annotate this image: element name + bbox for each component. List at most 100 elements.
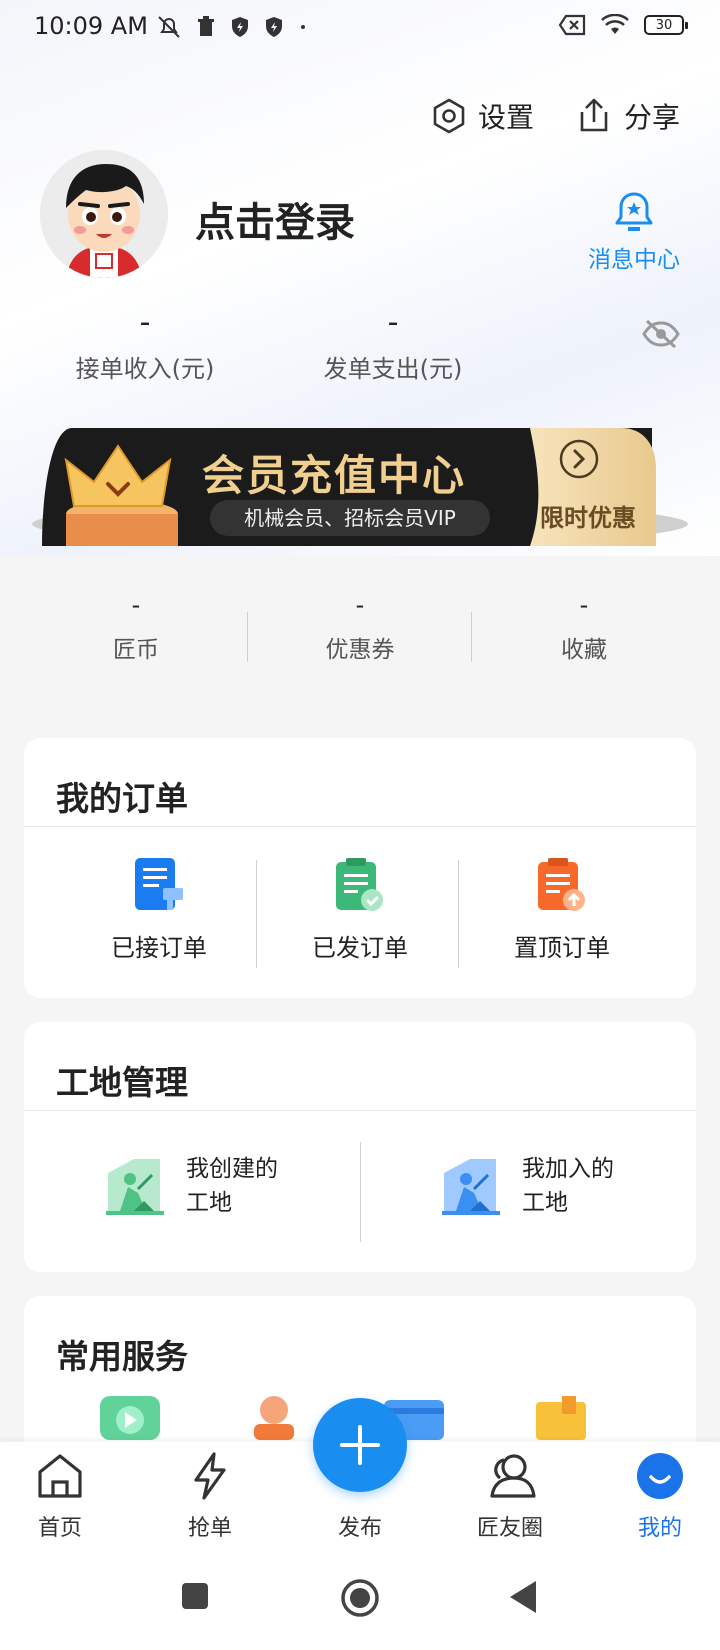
top-actions: 设置 分享 <box>430 96 680 136</box>
sent-orders-label: 已发订单 <box>312 934 408 962</box>
pinned-orders-button[interactable]: 置顶订单 <box>462 856 662 963</box>
sent-orders-button[interactable]: 已发订单 <box>260 856 460 963</box>
created-sites-label: 我创建的 工地 <box>186 1152 278 1220</box>
received-orders-label: 已接订单 <box>111 934 207 962</box>
eye-off-icon[interactable] <box>642 319 680 349</box>
box-service-icon[interactable] <box>536 1396 586 1440</box>
recent-apps-icon[interactable] <box>181 1582 209 1610</box>
avatar[interactable] <box>40 150 168 278</box>
status-time: 10:09 AM <box>34 12 148 40</box>
joined-sites-line1: 我加入的 <box>522 1156 614 1182</box>
publish-label: 发布 <box>337 1516 382 1541</box>
nav-profile[interactable]: 我的 <box>600 1452 720 1542</box>
divider <box>360 1142 361 1242</box>
mute-icon <box>158 16 180 38</box>
nav-home-label: 首页 <box>37 1516 82 1541</box>
battery-level: 30 <box>655 17 673 33</box>
received-orders-button[interactable]: 已接订单 <box>59 856 259 963</box>
divider <box>256 860 257 968</box>
shield-icon <box>266 17 282 37</box>
created-site-icon <box>106 1159 164 1215</box>
common-services-title: 常用服务 <box>56 1337 188 1376</box>
status-bar: 10:09 AM 30 <box>0 0 720 54</box>
message-center-button[interactable]: 消息中心 <box>588 190 680 274</box>
share-label: 分享 <box>623 101 680 134</box>
chevron-right-icon <box>559 439 599 479</box>
count-label: 匠币 <box>113 637 159 663</box>
nav-grab-order-label: 抢单 <box>187 1516 232 1541</box>
nav-friends-label: 匠友圈 <box>476 1516 543 1541</box>
lightning-icon <box>194 1452 226 1500</box>
stat-label: 接单收入(元) <box>75 355 215 383</box>
count-value: - <box>131 591 141 619</box>
sent-order-icon <box>336 858 383 911</box>
created-sites-line1: 我创建的 <box>186 1156 278 1182</box>
stat-value: - <box>387 305 399 340</box>
card-divider <box>24 826 696 827</box>
worker-service-icon[interactable] <box>250 1396 298 1440</box>
gear-icon <box>433 98 465 134</box>
login-link[interactable]: 点击登录 <box>195 190 355 248</box>
count-value: - <box>355 591 365 619</box>
friends-icon <box>490 1454 536 1498</box>
received-income-stat[interactable]: - 接单收入(元) <box>45 305 245 384</box>
notification-icons <box>156 14 308 40</box>
profile-section: 点击登录 消息中心 <box>40 150 680 280</box>
trash-icon <box>198 16 214 36</box>
created-sites-button[interactable]: 我创建的 工地 <box>104 1152 278 1220</box>
income-stats: - 接单收入(元) - 发单支出(元) <box>40 305 680 395</box>
publish-button[interactable] <box>313 1398 407 1492</box>
system-icons: 30 <box>558 14 688 36</box>
share-button[interactable]: 分享 <box>574 96 680 136</box>
received-order-icon <box>135 858 183 910</box>
coupon-count[interactable]: - 优惠券 <box>248 590 472 664</box>
count-value: - <box>579 591 589 619</box>
stat-value: - <box>139 305 151 340</box>
nav-profile-label: 我的 <box>637 1516 682 1541</box>
system-navigation-bar <box>0 1552 720 1650</box>
settings-button[interactable]: 设置 <box>430 96 534 136</box>
count-label: 优惠券 <box>325 637 395 663</box>
nav-grab-order[interactable]: 抢单 <box>150 1452 270 1542</box>
plus-icon <box>340 1425 380 1465</box>
joined-sites-label: 我加入的 工地 <box>522 1152 614 1220</box>
home-circle-icon[interactable] <box>340 1578 380 1618</box>
bell-icon <box>615 192 653 231</box>
sim-off-icon <box>558 14 586 36</box>
site-management-title: 工地管理 <box>56 1063 188 1102</box>
pinned-orders-label: 置顶订单 <box>514 934 610 962</box>
sent-expense-stat[interactable]: - 发单支出(元) <box>293 305 493 384</box>
wifi-icon <box>601 14 629 34</box>
created-sites-line2: 工地 <box>186 1190 232 1216</box>
my-orders-title: 我的订单 <box>56 779 188 818</box>
share-icon <box>580 98 608 132</box>
nav-home[interactable]: 首页 <box>0 1452 120 1542</box>
message-center-label: 消息中心 <box>588 247 680 273</box>
vip-recharge-banner[interactable]: 会员充值中心 机械会员、招标会员VIP 限时优惠 <box>30 428 690 556</box>
card-divider <box>24 1110 696 1111</box>
battery-icon: 30 <box>644 15 688 35</box>
video-service-icon[interactable] <box>100 1396 160 1440</box>
profile-icon <box>637 1453 683 1499</box>
favorites-count[interactable]: - 收藏 <box>472 590 696 664</box>
dot-icon <box>301 25 305 29</box>
home-icon <box>38 1454 82 1498</box>
joined-site-icon <box>442 1159 500 1215</box>
my-orders-card: 我的订单 已接订单 已发订单 置顶订单 <box>24 738 696 998</box>
count-label: 收藏 <box>561 637 607 663</box>
shield-icon <box>232 17 248 37</box>
settings-label: 设置 <box>477 101 534 134</box>
coin-count[interactable]: - 匠币 <box>24 590 248 664</box>
pinned-order-icon <box>538 858 585 911</box>
asset-counts: - 匠币 - 优惠券 - 收藏 <box>24 590 696 680</box>
vip-banner-title: 会员充值中心 <box>202 451 467 500</box>
site-management-card: 工地管理 我创建的工地 我加入的工地 <box>24 1022 696 1272</box>
avatar-cartoon-icon <box>40 150 168 278</box>
vip-promo-label: 限时优惠 <box>540 504 636 532</box>
joined-sites-line2: 工地 <box>522 1190 568 1216</box>
stat-label: 发单支出(元) <box>323 355 463 383</box>
divider <box>458 860 459 968</box>
joined-sites-button[interactable]: 我加入的 工地 <box>440 1152 614 1220</box>
back-icon[interactable] <box>508 1580 538 1614</box>
nav-friends[interactable]: 匠友圈 <box>450 1452 570 1542</box>
